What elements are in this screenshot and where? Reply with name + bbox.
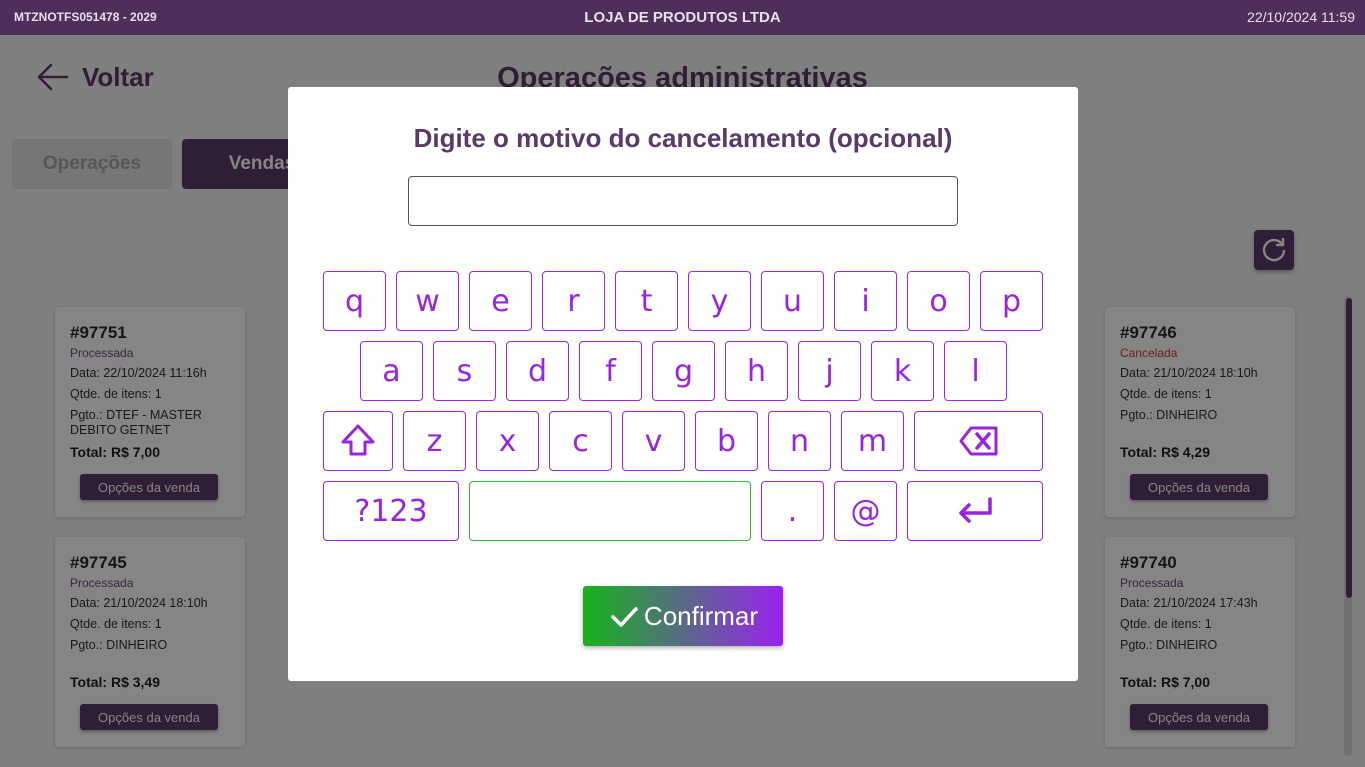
key-j[interactable]: j: [798, 341, 861, 401]
top-bar: MTZNOTFS051478 - 2029 LOJA DE PRODUTOS L…: [0, 0, 1365, 35]
space-key[interactable]: [469, 481, 751, 541]
key-x[interactable]: x: [476, 411, 539, 471]
confirm-button[interactable]: Confirmar: [583, 586, 783, 646]
dialog-title: Digite o motivo do cancelamento (opciona…: [413, 123, 953, 153]
key-h[interactable]: h: [725, 341, 788, 401]
key-z[interactable]: z: [403, 411, 466, 471]
key-r[interactable]: r: [542, 271, 605, 331]
enter-key[interactable]: [907, 481, 1043, 541]
store-name: LOJA DE PRODUTOS LTDA: [584, 9, 781, 26]
key-g[interactable]: g: [652, 341, 715, 401]
key-w[interactable]: w: [396, 271, 459, 331]
key-c[interactable]: c: [549, 411, 612, 471]
key-t[interactable]: t: [615, 271, 678, 331]
check-icon: [611, 607, 638, 627]
key-s[interactable]: s: [433, 341, 496, 401]
symbols-key[interactable]: ?123: [323, 481, 459, 541]
cancel-reason-dialog: Digite o motivo do cancelamento (opciona…: [288, 87, 1078, 681]
key-dot[interactable]: .: [761, 481, 824, 541]
key-d[interactable]: d: [506, 341, 569, 401]
enter-icon: [959, 497, 992, 523]
key-l[interactable]: l: [944, 341, 1007, 401]
key-i[interactable]: i: [834, 271, 897, 331]
key-e[interactable]: e: [469, 271, 532, 331]
key-y[interactable]: y: [688, 271, 751, 331]
key-m[interactable]: m: [841, 411, 904, 471]
key-f[interactable]: f: [579, 341, 642, 401]
key-at[interactable]: @: [834, 481, 897, 541]
key-p[interactable]: p: [980, 271, 1043, 331]
shift-key[interactable]: [323, 411, 393, 471]
key-v[interactable]: v: [622, 411, 685, 471]
backspace-icon: [959, 426, 997, 456]
key-q[interactable]: q: [323, 271, 386, 331]
datetime: 22/10/2024 11:59: [1247, 9, 1355, 25]
confirm-label: Confirmar: [643, 600, 759, 631]
cancel-reason-input[interactable]: [408, 176, 958, 226]
shift-arrow-icon: [341, 424, 375, 456]
key-o[interactable]: o: [907, 271, 970, 331]
key-b[interactable]: b: [695, 411, 758, 471]
key-k[interactable]: k: [871, 341, 934, 401]
key-n[interactable]: n: [768, 411, 831, 471]
key-a[interactable]: a: [360, 341, 423, 401]
key-u[interactable]: u: [761, 271, 824, 331]
backspace-key[interactable]: [914, 411, 1043, 471]
